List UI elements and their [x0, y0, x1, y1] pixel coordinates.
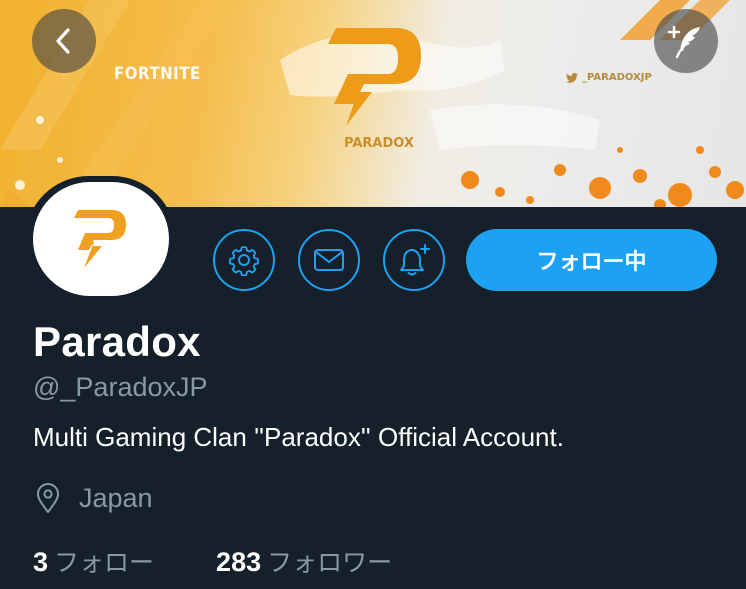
- profile-stats: 3 フォロー 283 フォロワー: [33, 543, 392, 579]
- location-pin-icon: [37, 483, 59, 513]
- followers-stat[interactable]: 283 フォロワー: [216, 543, 392, 579]
- back-button[interactable]: [32, 9, 96, 73]
- following-label: フォロー: [54, 548, 155, 577]
- followers-count: 283: [216, 547, 262, 577]
- location-text: Japan: [79, 482, 153, 513]
- gear-icon: [228, 246, 260, 276]
- compose-tweet-button[interactable]: [654, 9, 718, 73]
- profile-location: Japan: [33, 482, 153, 514]
- bird-icon: [566, 72, 578, 83]
- banner-fortnite-text: FORTNITE: [114, 62, 201, 84]
- chevron-left-icon: [56, 28, 70, 54]
- following-count: 3: [33, 547, 49, 577]
- banner-handle-text: _PARADOXJP: [582, 72, 652, 83]
- bell-plus-icon: [400, 244, 430, 276]
- profile-display-name: Paradox: [33, 318, 201, 365]
- following-stat[interactable]: 3 フォロー: [33, 543, 154, 579]
- profile-bio: Multi Gaming Clan ''Paradox'' Official A…: [33, 422, 564, 452]
- paradox-logo-icon: [74, 210, 126, 268]
- notifications-button[interactable]: [383, 229, 445, 291]
- message-button[interactable]: [298, 229, 360, 291]
- settings-button[interactable]: [213, 229, 275, 291]
- followers-label: フォロワー: [267, 548, 393, 577]
- compose-feather-icon: [667, 25, 700, 59]
- banner-paradox-text: PARADOX: [344, 136, 414, 151]
- avatar[interactable]: [33, 182, 169, 296]
- following-button[interactable]: フォロー中: [466, 229, 717, 291]
- mail-icon: [314, 249, 344, 271]
- profile-handle: @_ParadoxJP: [33, 372, 208, 402]
- banner-handle: _PARADOXJP: [566, 72, 652, 83]
